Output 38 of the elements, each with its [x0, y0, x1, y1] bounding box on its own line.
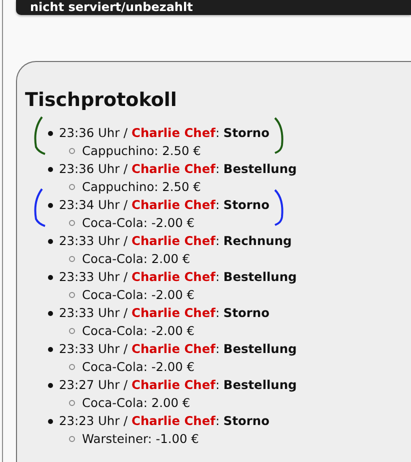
circle-bullet-icon: [69, 256, 75, 262]
log-item: Coca-Cola: -2.00 €: [82, 288, 194, 302]
bullet-icon: [48, 130, 53, 136]
status-banner: nicht serviert/unbezahlt: [16, 0, 411, 15]
circle-bullet-icon: [69, 292, 75, 298]
log-item: Coca-Cola: 2.00 €: [82, 252, 190, 266]
bullet-icon: [48, 202, 53, 208]
log-item: Coca-Cola: -2.00 €: [82, 324, 194, 338]
log-item: Warsteiner: -1.00 €: [82, 432, 199, 446]
log-entry: 23:33 Uhr / Charlie Chef: Bestellung: [59, 270, 297, 284]
circle-bullet-icon: [69, 436, 75, 442]
bullet-icon: [48, 274, 53, 280]
log-item: Cappuchino: 2.50 €: [82, 144, 201, 158]
bullet-icon: [48, 310, 53, 316]
log-entry: 23:33 Uhr / Charlie Chef: Bestellung: [59, 342, 297, 356]
panel-title: Tischprotokoll: [25, 88, 178, 112]
log-item: Coca-Cola: -2.00 €: [82, 216, 194, 230]
bullet-icon: [48, 238, 53, 244]
circle-bullet-icon: [69, 364, 75, 370]
bullet-icon: [48, 418, 53, 424]
circle-bullet-icon: [69, 148, 75, 154]
log-item: Coca-Cola: -2.00 €: [82, 360, 194, 374]
bullet-icon: [48, 382, 53, 388]
log-entry: 23:36 Uhr / Charlie Chef: Bestellung: [59, 162, 297, 176]
log-entry: 23:33 Uhr / Charlie Chef: Storno: [59, 306, 270, 320]
bullet-icon: [48, 166, 53, 172]
circle-bullet-icon: [69, 220, 75, 226]
log-entry: 23:34 Uhr / Charlie Chef: Storno: [59, 198, 270, 212]
log-item: Coca-Cola: 2.00 €: [82, 396, 190, 410]
log-entry: 23:23 Uhr / Charlie Chef: Storno: [59, 414, 270, 428]
bullet-icon: [48, 346, 53, 352]
circle-bullet-icon: [69, 400, 75, 406]
log-entry: 23:36 Uhr / Charlie Chef: Storno: [59, 126, 270, 140]
circle-bullet-icon: [69, 328, 75, 334]
log-entry: 23:33 Uhr / Charlie Chef: Rechnung: [59, 234, 292, 248]
log-item: Cappuchino: 2.50 €: [82, 180, 201, 194]
circle-bullet-icon: [69, 184, 75, 190]
log-entry: 23:27 Uhr / Charlie Chef: Bestellung: [59, 378, 297, 392]
